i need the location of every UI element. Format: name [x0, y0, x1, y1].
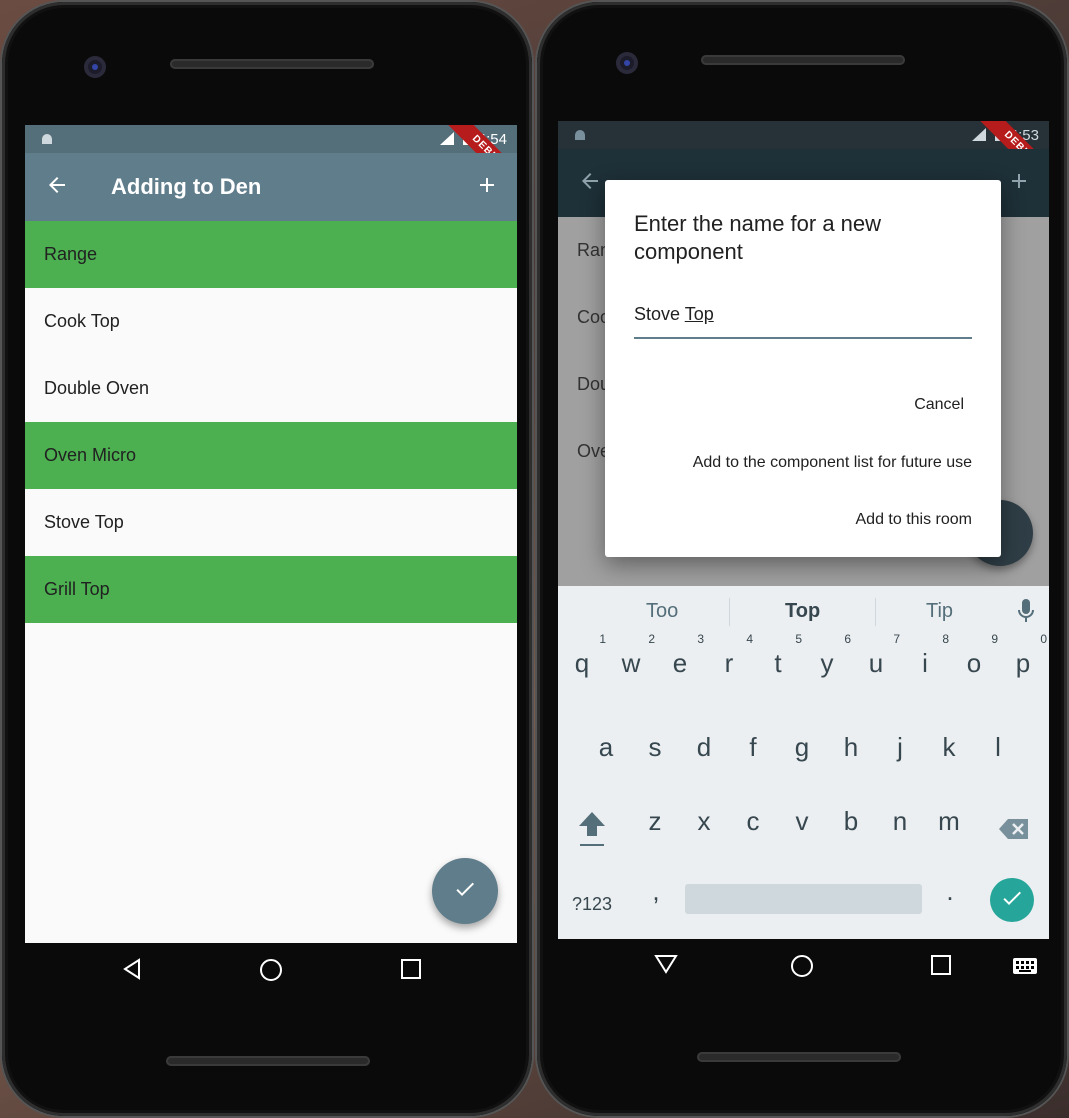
bottom-speaker: [166, 1056, 370, 1066]
suggestion[interactable]: Top: [785, 600, 820, 623]
list-item[interactable]: Oven Micro: [25, 422, 517, 489]
keyboard-switch-icon[interactable]: [1012, 957, 1038, 980]
nav-recents-icon[interactable]: [930, 953, 952, 982]
key[interactable]: g: [782, 732, 822, 763]
key[interactable]: p0: [1003, 632, 1047, 679]
component-name-input[interactable]: Stove Top: [634, 299, 972, 339]
key-row-2: a s d f g h j k l: [558, 732, 1049, 804]
key[interactable]: j: [880, 732, 920, 763]
confirm-fab-button[interactable]: [432, 858, 498, 924]
status-bar: 4:54 DEBUG: [25, 125, 517, 198]
suggestion[interactable]: Too: [646, 600, 678, 623]
key[interactable]: n: [880, 806, 920, 837]
android-icon: [572, 127, 588, 148]
nav-bar: [25, 943, 517, 999]
dialog-title: Enter the name for a new component: [634, 211, 882, 264]
back-arrow-icon[interactable]: [45, 173, 69, 202]
key[interactable]: z: [635, 806, 675, 837]
page-title: Adding to Den: [111, 174, 262, 199]
key[interactable]: v: [782, 806, 822, 837]
nav-home-icon[interactable]: [258, 957, 284, 988]
back-arrow-icon: [578, 169, 602, 198]
key-row-3: z x c v b n m: [558, 806, 1049, 878]
check-icon: [1000, 886, 1024, 915]
suggestion-strip: Too Top Tip: [558, 586, 1049, 636]
add-icon[interactable]: [475, 173, 499, 202]
list-item[interactable]: Stove Top: [25, 489, 517, 556]
screen-right: 4:53 DEBUG Ran Coo Dou Ove Enter the nam…: [558, 121, 1049, 939]
list-item[interactable]: Double Oven: [25, 355, 517, 422]
key[interactable]: m: [929, 806, 969, 837]
top-speaker: [701, 55, 905, 65]
top-speaker: [170, 59, 374, 69]
check-icon: [453, 877, 477, 906]
key[interactable]: u7: [856, 632, 900, 679]
key[interactable]: s: [635, 732, 675, 763]
status-bar: 4:53 DEBUG: [558, 121, 1049, 194]
list-item[interactable]: Grill Top: [25, 556, 517, 623]
shift-icon[interactable]: [577, 810, 607, 855]
key[interactable]: i8: [905, 632, 949, 679]
screen-left: 4:54 DEBUG Adding to Den Range Cook Top …: [25, 125, 517, 943]
symbols-key[interactable]: ?123: [572, 894, 612, 915]
key[interactable]: e3: [660, 632, 704, 679]
android-icon: [39, 131, 55, 152]
enter-key[interactable]: [990, 878, 1034, 922]
nav-back-icon[interactable]: [121, 957, 143, 986]
key[interactable]: x: [684, 806, 724, 837]
component-list: Range Cook Top Double Oven Oven Micro St…: [25, 221, 517, 623]
key[interactable]: c: [733, 806, 773, 837]
nav-back-down-icon[interactable]: [654, 953, 678, 980]
list-item[interactable]: Range: [25, 221, 517, 288]
add-to-room-button[interactable]: Add to this room: [856, 511, 973, 529]
front-camera: [84, 56, 106, 78]
comma-key[interactable]: ,: [636, 876, 676, 907]
key[interactable]: t5: [758, 632, 802, 679]
signal-icon: [970, 126, 988, 145]
key[interactable]: k: [929, 732, 969, 763]
app-bar: Adding to Den: [25, 153, 517, 221]
soft-keyboard: Too Top Tip q1 w2 e3 r4 t5 y6 u7 i8 o9 p…: [558, 586, 1049, 939]
period-key[interactable]: .: [930, 876, 970, 907]
key[interactable]: q1: [562, 632, 606, 679]
input-composing-text: Top: [684, 304, 714, 324]
key[interactable]: r4: [709, 632, 753, 679]
backspace-icon[interactable]: [998, 818, 1030, 845]
nav-bar: [558, 939, 1049, 995]
key[interactable]: w2: [611, 632, 655, 679]
key[interactable]: o9: [954, 632, 998, 679]
add-to-component-list-button[interactable]: Add to the component list for future use: [693, 454, 972, 472]
nav-recents-icon[interactable]: [400, 957, 422, 986]
space-bar[interactable]: [685, 884, 922, 914]
bottom-speaker: [697, 1052, 901, 1062]
nav-home-icon[interactable]: [789, 953, 815, 984]
list-item[interactable]: Cook Top: [25, 288, 517, 355]
phone-right: 4:53 DEBUG Ran Coo Dou Ove Enter the nam…: [537, 2, 1067, 1116]
suggestion[interactable]: Tip: [926, 600, 953, 623]
key[interactable]: b: [831, 806, 871, 837]
input-text: Stove: [634, 304, 685, 324]
front-camera: [616, 52, 638, 74]
key[interactable]: h: [831, 732, 871, 763]
key[interactable]: d: [684, 732, 724, 763]
key[interactable]: l: [978, 732, 1018, 763]
cancel-button[interactable]: Cancel: [914, 396, 964, 414]
key[interactable]: a: [586, 732, 626, 763]
key-row-4: ?123 , .: [558, 876, 1049, 939]
add-icon: [1007, 169, 1031, 198]
microphone-icon[interactable]: [1016, 598, 1036, 629]
key[interactable]: f: [733, 732, 773, 763]
phone-left: 4:54 DEBUG Adding to Den Range Cook Top …: [2, 2, 532, 1116]
new-component-dialog: Enter the name for a new component Stove…: [605, 180, 1001, 557]
signal-icon: [438, 130, 456, 149]
key-row-1: q1 w2 e3 r4 t5 y6 u7 i8 o9 p0: [558, 632, 1049, 720]
key[interactable]: y6: [807, 632, 852, 679]
